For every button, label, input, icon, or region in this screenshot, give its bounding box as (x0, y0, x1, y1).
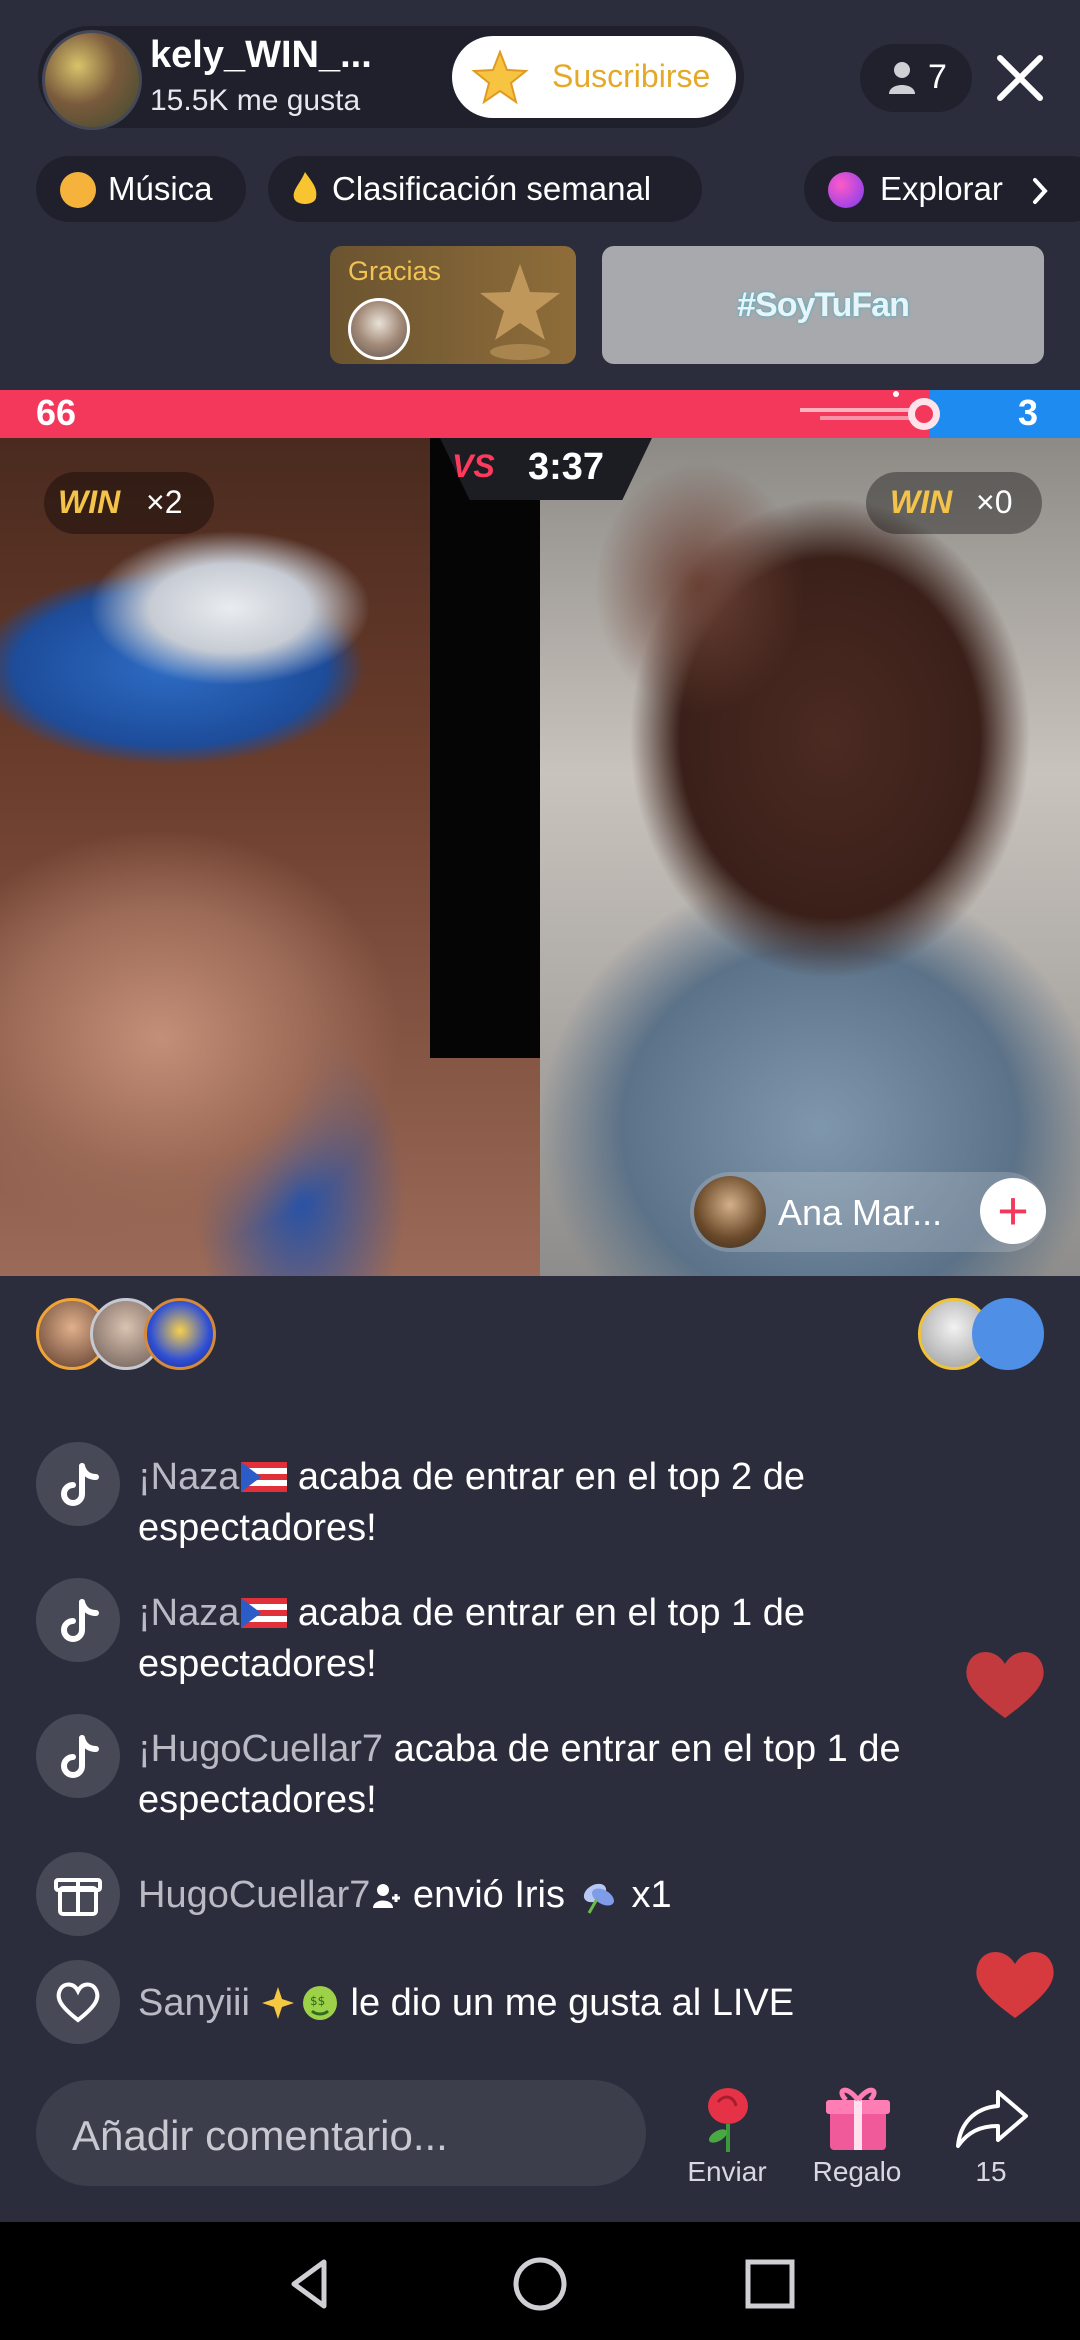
score-left: 66 (36, 392, 77, 433)
battle-timer: 3:37 (528, 446, 605, 488)
user-follow-badge-icon (373, 1884, 401, 1908)
floating-heart-icon (966, 1652, 1044, 1718)
flame-icon (293, 172, 317, 204)
floating-heart-icon (976, 1952, 1054, 2018)
chip-weekly-ranking-label[interactable]: Clasificación semanal (332, 170, 651, 208)
gracias-label: Gracias (348, 256, 442, 286)
comment-user[interactable]: ¡HugoCuellar7 (138, 1728, 383, 1770)
back-icon[interactable] (280, 2254, 340, 2314)
score-bar-left (0, 390, 930, 438)
comment-text: le dio un me gusta al LIVE (339, 1982, 795, 2024)
comment-item: ¡HugoCuellar7 acaba de entrar en el top … (138, 1724, 998, 1826)
score-right: 3 (1018, 392, 1039, 433)
comment-text: envió Iris (402, 1874, 565, 1916)
guest-avatar[interactable] (694, 1176, 766, 1248)
share-count[interactable]: 15 (926, 2156, 1056, 2188)
home-icon[interactable] (510, 2254, 570, 2314)
comment-user[interactable]: ¡Naza (138, 1456, 239, 1498)
comment-item: Sanyiii $$ le dio un me gusta al LIVE (138, 1978, 998, 2029)
planet-icon (828, 172, 864, 208)
comment-item: ¡Naza acaba de entrar en el top 2 de esp… (138, 1452, 998, 1554)
soytufan-label: #SoyTuFan (737, 286, 910, 324)
send-gift-label[interactable]: Enviar (662, 2156, 792, 2188)
score-streak-graphic (800, 391, 940, 430)
score-bar-right (930, 390, 1080, 438)
guest-video[interactable] (540, 438, 1080, 1276)
gift-box-icon[interactable] (816, 2080, 900, 2156)
win-label-left: WIN (58, 484, 121, 520)
comment-input-placeholder[interactable]: Añadir comentario... (72, 2112, 448, 2160)
win-multiplier-right: ×0 (976, 484, 1013, 520)
comment-user[interactable]: Sanyiii (138, 1982, 250, 2024)
chip-explore-label[interactable]: Explorar (880, 170, 1003, 208)
win-label-right: WIN (890, 484, 953, 520)
subscribe-label[interactable]: Suscribirse (552, 58, 710, 95)
vs-icon: VS (452, 448, 495, 484)
host-avatar[interactable] (42, 30, 142, 130)
host-name[interactable]: kely_WIN_... (150, 34, 372, 77)
gracias-user-avatar[interactable] (348, 298, 410, 360)
person-icon (889, 62, 915, 94)
comment-suffix: x1 (621, 1874, 672, 1916)
svg-text:$$: $$ (310, 1994, 325, 2008)
comment-item: HugoCuellar7 envió Iris x1 (138, 1870, 998, 1921)
guest-name[interactable]: Ana Mar... (778, 1192, 942, 1234)
win-multiplier-left: ×2 (146, 484, 183, 520)
plus-icon: + (997, 1181, 1029, 1241)
host-video-background (430, 438, 540, 1058)
guest-top-gifter-avatar-2[interactable] (972, 1298, 1044, 1370)
gift-icon (36, 1852, 120, 1936)
chevron-right-icon (1033, 178, 1048, 204)
comment-user[interactable]: ¡Naza (138, 1592, 239, 1634)
gift-button-label[interactable]: Regalo (792, 2156, 922, 2188)
tiktok-icon (36, 1714, 120, 1798)
heart-icon (36, 1960, 120, 2044)
share-icon[interactable] (950, 2080, 1034, 2156)
money-face-icon: $$ (302, 1986, 337, 2020)
star-icon (471, 49, 529, 105)
puerto-rico-flag-icon (241, 1462, 288, 1492)
trophy-star-icon (480, 264, 560, 360)
iris-gift-icon (583, 1883, 614, 1914)
rose-icon[interactable] (686, 2080, 770, 2156)
tiktok-icon (36, 1578, 120, 1662)
puerto-rico-flag-icon (241, 1598, 288, 1628)
viewer-count-pill[interactable] (860, 44, 972, 112)
host-likes: 15.5K me gusta (150, 84, 361, 117)
comment-user[interactable]: HugoCuellar7 (138, 1874, 370, 1916)
close-icon[interactable] (990, 48, 1050, 108)
sparkles-icon (261, 1987, 294, 2019)
viewer-count: 7 (928, 58, 947, 96)
top-gifter-avatar-3[interactable] (144, 1298, 216, 1370)
chip-music-label[interactable]: Música (108, 170, 213, 208)
music-icon (60, 172, 96, 208)
recents-icon[interactable] (740, 2254, 800, 2314)
comment-item: ¡Naza acaba de entrar en el top 1 de esp… (138, 1588, 998, 1690)
tiktok-icon (36, 1442, 120, 1526)
